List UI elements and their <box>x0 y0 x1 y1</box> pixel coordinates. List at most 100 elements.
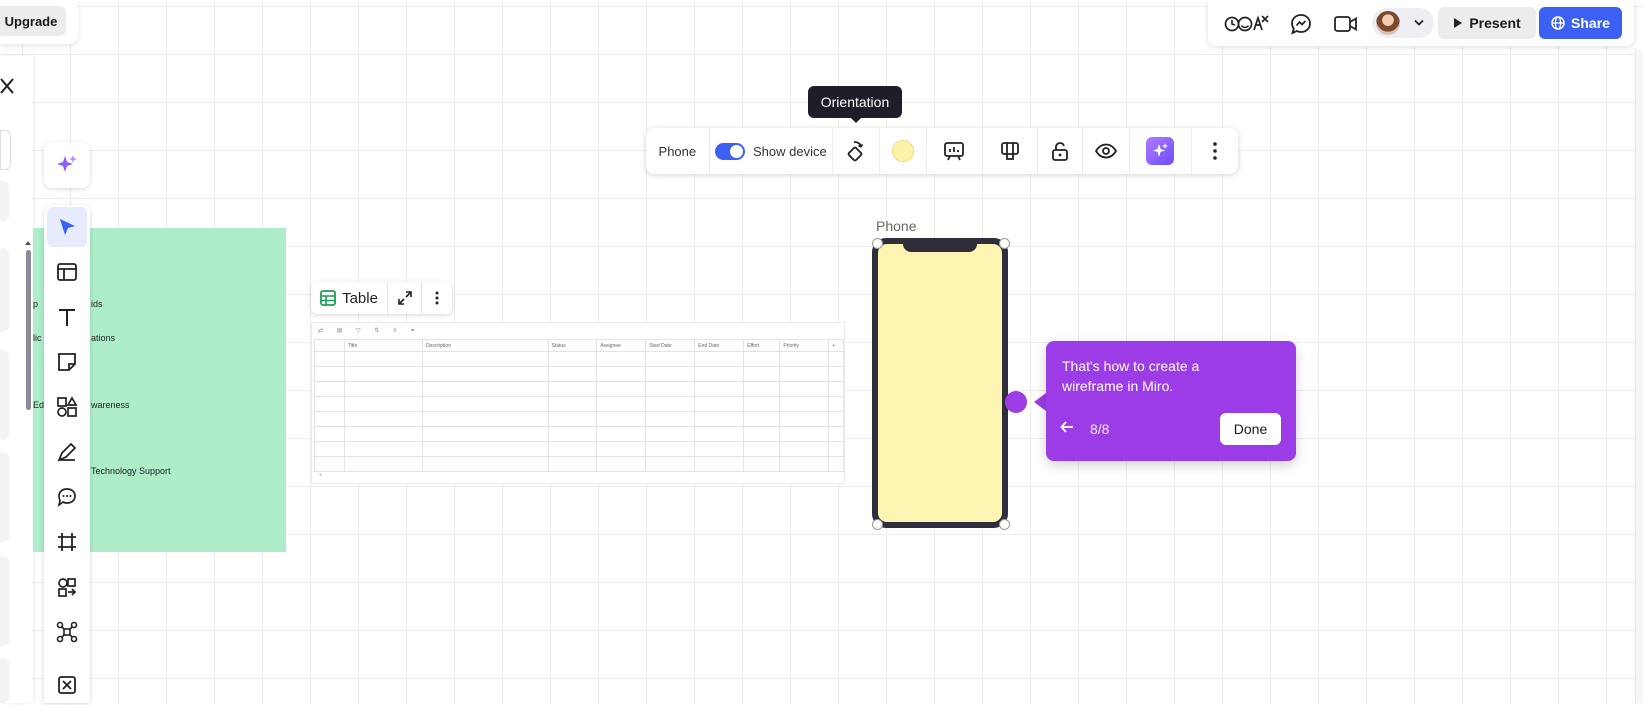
add-row-button[interactable]: + <box>319 473 323 479</box>
share-label: Share <box>1571 15 1610 31</box>
orientation-button[interactable] <box>833 128 880 174</box>
table-row[interactable] <box>314 456 844 472</box>
upgrade-button[interactable]: Upgrade <box>0 6 66 36</box>
table-row[interactable] <box>314 441 844 457</box>
more-icon <box>58 676 76 694</box>
video-call-button[interactable] <box>1332 11 1360 37</box>
text-tool[interactable] <box>47 297 87 337</box>
column-header[interactable]: Effort <box>743 339 781 352</box>
select-tool[interactable] <box>47 207 87 247</box>
orientation-tooltip: Orientation <box>808 86 902 118</box>
shapes-tool[interactable] <box>47 387 87 427</box>
pen-tool[interactable] <box>47 432 87 472</box>
more-vertical-icon <box>1213 142 1217 160</box>
frame-tool[interactable] <box>47 522 87 562</box>
video-icon <box>1334 16 1357 32</box>
data-table[interactable]: Title Description Status Assignee Start … <box>314 339 844 472</box>
close-icon[interactable] <box>0 76 16 96</box>
sticky-note-tool[interactable] <box>47 342 87 382</box>
panel-card[interactable] <box>0 248 9 332</box>
play-icon <box>1454 18 1463 28</box>
toggle-switch[interactable] <box>715 142 745 160</box>
upgrade-container: Upgrade <box>0 0 78 44</box>
green-text: p <box>33 299 39 309</box>
column-header[interactable]: Title <box>343 339 423 352</box>
green-text: ations <box>91 333 116 343</box>
reactions-button[interactable] <box>1224 10 1270 36</box>
device-type-label: Phone <box>658 143 697 159</box>
column-header[interactable]: Status <box>547 339 598 352</box>
show-device-toggle[interactable]: Show device <box>710 128 834 174</box>
table-type-button[interactable]: Table <box>311 282 388 314</box>
share-button[interactable]: Share <box>1539 7 1622 39</box>
back-button[interactable] <box>1060 420 1074 439</box>
column-header[interactable]: Assignee <box>596 339 647 352</box>
table-header-row: Title Description Status Assignee Start … <box>314 339 844 352</box>
templates-icon <box>57 263 77 281</box>
table-row[interactable] <box>314 426 844 442</box>
mindmap-tool[interactable] <box>47 612 87 652</box>
chat-icon <box>1291 14 1311 35</box>
diagram-tool[interactable] <box>47 567 87 607</box>
comment-tool[interactable] <box>47 477 87 517</box>
scroll-up-icon[interactable] <box>24 240 32 246</box>
done-button[interactable]: Done <box>1220 413 1281 445</box>
present-label: Present <box>1469 15 1521 31</box>
ai-button[interactable] <box>1130 128 1193 174</box>
present-frame-button[interactable] <box>927 128 984 174</box>
table-row[interactable] <box>314 396 844 412</box>
panel-card[interactable] <box>0 452 9 542</box>
panel-input[interactable] <box>0 130 11 170</box>
sparkle-icon <box>1153 143 1169 157</box>
green-text: wareness <box>91 400 130 410</box>
column-header[interactable]: Priority <box>779 339 830 352</box>
comment-icon <box>57 488 76 508</box>
more-tools[interactable] <box>47 665 87 705</box>
table-more-button[interactable] <box>422 282 452 314</box>
device-type-dropdown[interactable]: Phone <box>646 128 710 174</box>
column-header[interactable]: End Date <box>694 339 745 352</box>
phone-frame-label[interactable]: Phone <box>876 218 916 234</box>
resize-handle-top-left[interactable] <box>872 238 883 249</box>
onboarding-hotspot[interactable] <box>1005 391 1027 413</box>
show-device-label: Show device <box>753 143 827 159</box>
fill-color-button[interactable] <box>880 128 927 174</box>
phone-screen[interactable] <box>878 244 1002 522</box>
panel-card[interactable] <box>0 181 9 221</box>
add-column-button[interactable]: + <box>828 339 844 352</box>
panel-scrollbar[interactable] <box>26 250 31 410</box>
table-row[interactable] <box>314 381 844 397</box>
avatar <box>1376 11 1400 35</box>
more-options-button[interactable] <box>1192 128 1238 174</box>
collaborators-button[interactable] <box>1372 8 1434 38</box>
panel-card[interactable] <box>0 350 9 440</box>
column-header[interactable]: Start Date <box>645 339 696 352</box>
table-mini-toolbar[interactable]: ⇄ ▤ ▽ ⇅ ≡ ⚭ <box>318 327 421 334</box>
table-row[interactable] <box>314 411 844 427</box>
table-icon <box>320 290 336 306</box>
chat-button[interactable] <box>1288 11 1314 37</box>
resize-handle-top-right[interactable] <box>999 238 1010 249</box>
present-button[interactable]: Present <box>1438 7 1536 39</box>
lock-button[interactable] <box>1038 128 1083 174</box>
visibility-button[interactable] <box>1083 128 1130 174</box>
table-widget[interactable]: ⇄ ▤ ▽ ⇅ ≡ ⚭ Title Description Status Ass… <box>311 322 845 484</box>
phone-wireframe[interactable] <box>872 238 1008 528</box>
layout-icon <box>1001 142 1020 160</box>
resize-handle-bottom-right[interactable] <box>999 519 1010 530</box>
panel-card[interactable] <box>0 658 9 703</box>
templates-tool[interactable] <box>47 252 87 292</box>
expand-button[interactable] <box>388 282 422 314</box>
pen-icon <box>57 442 77 462</box>
table-row[interactable] <box>314 351 844 367</box>
table-toolbar: Table <box>311 282 452 314</box>
frame-settings-button[interactable] <box>983 128 1039 174</box>
tooltip-arrow <box>850 117 862 123</box>
shapes-icon <box>57 396 78 417</box>
table-row[interactable] <box>314 366 844 382</box>
resize-handle-bottom-left[interactable] <box>872 519 883 530</box>
ai-assist-button[interactable] <box>44 142 90 188</box>
panel-card[interactable] <box>0 556 9 646</box>
green-text: Technology Support <box>91 466 171 476</box>
column-header[interactable]: Description <box>421 339 549 352</box>
